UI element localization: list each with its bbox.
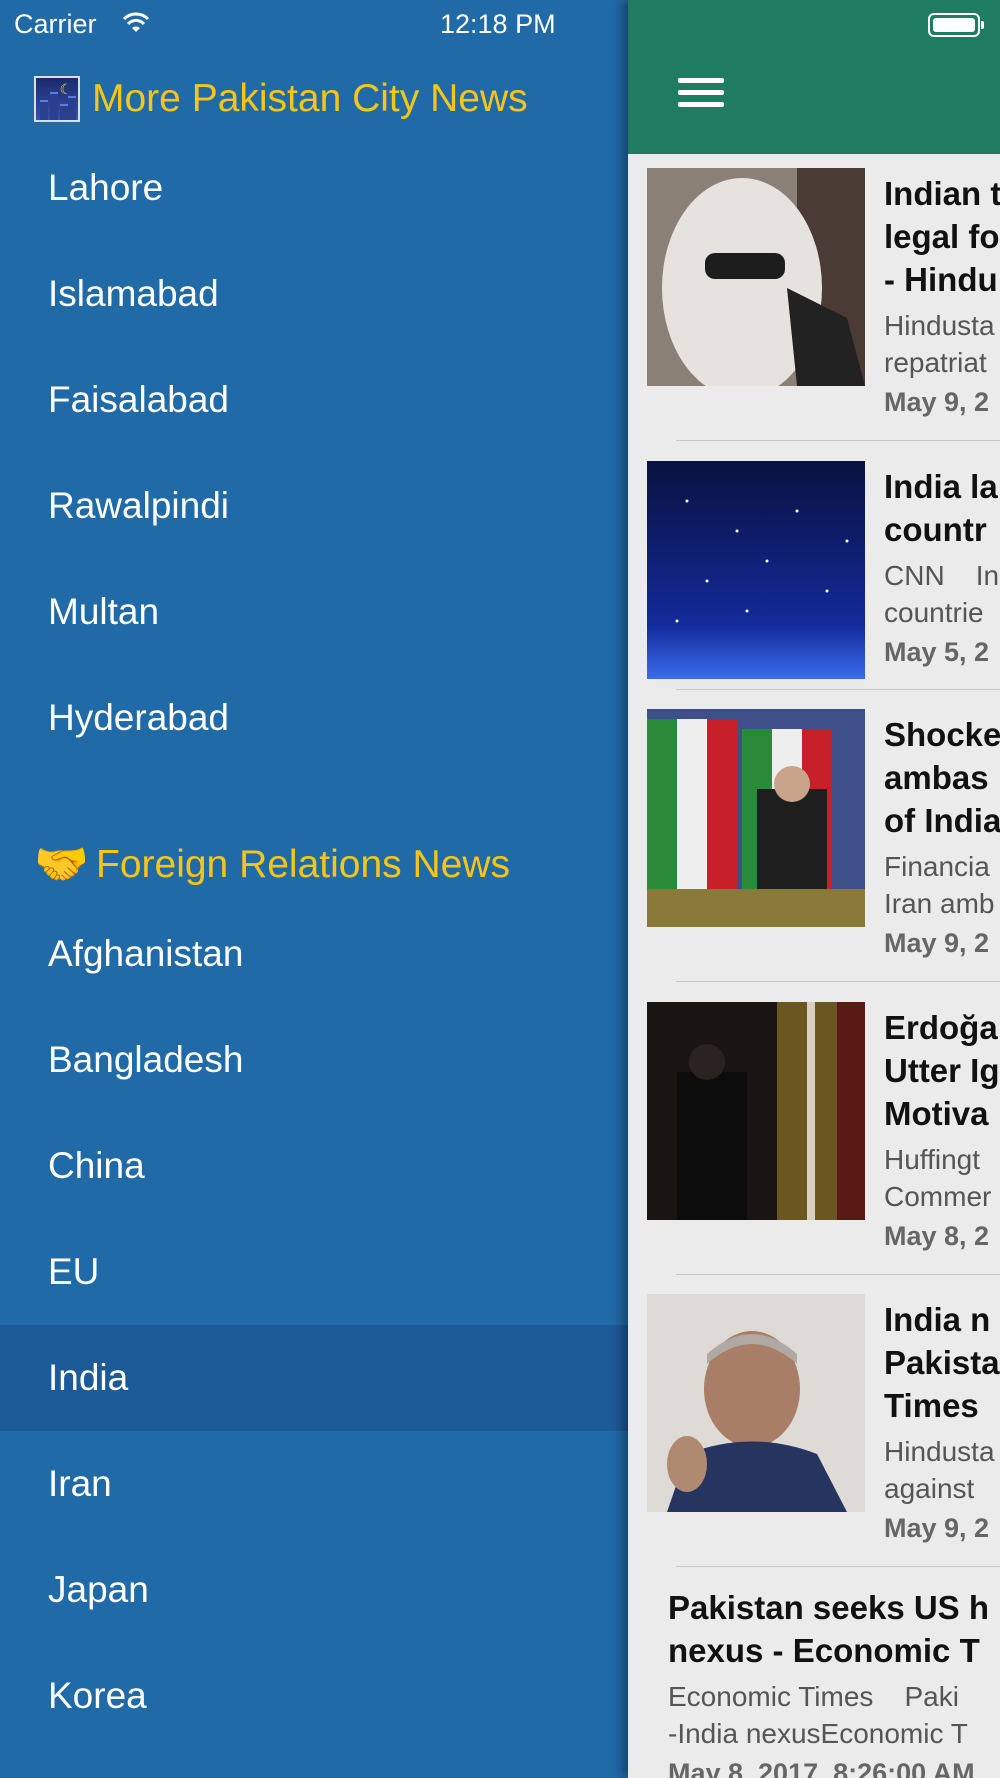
article-text: India n Pakista Times Hindusta against May … bbox=[884, 1298, 1000, 1544]
item-label: China bbox=[48, 1145, 145, 1186]
article-headline: Pakistan seeks US h nexus - Economic T bbox=[668, 1589, 990, 1669]
article-date: May 9, 2 bbox=[884, 928, 990, 958]
country-item-afghanistan[interactable]: Afghanistan bbox=[0, 901, 628, 1007]
article-source: CNN In countrie bbox=[884, 560, 1000, 628]
article-thumbnail bbox=[647, 1002, 865, 1220]
clock: 12:18 PM bbox=[440, 9, 556, 39]
country-item-iran[interactable]: Iran bbox=[0, 1431, 628, 1537]
country-item-eu[interactable]: EU bbox=[0, 1219, 628, 1325]
city-item-hyderabad[interactable]: Hyderabad bbox=[0, 665, 628, 771]
item-label: India bbox=[48, 1357, 129, 1398]
article-card[interactable]: Shocke ambas of India Financia Iran amb May… bbox=[628, 709, 1000, 1001]
handshake-icon: 🤝 bbox=[34, 840, 89, 889]
item-label: EU bbox=[48, 1251, 100, 1292]
article-headline: India la countr bbox=[884, 468, 998, 548]
article-source: Financia Iran amb bbox=[884, 851, 995, 919]
article-headline: Indian t legal fo - Hindu bbox=[884, 175, 1000, 298]
country-item-korea[interactable]: Korea bbox=[0, 1643, 628, 1749]
item-label: Hyderabad bbox=[48, 697, 230, 738]
battery-icon bbox=[928, 13, 984, 37]
divider bbox=[676, 689, 1000, 690]
carrier-label: Carrier bbox=[14, 9, 97, 39]
item-label: Bangladesh bbox=[48, 1039, 244, 1080]
article-headline: Shocke ambas of India bbox=[884, 716, 1000, 839]
article-text: India la countr CNN In countrie May 5, 2 bbox=[884, 465, 1000, 668]
country-item-bangladesh[interactable]: Bangladesh bbox=[0, 1007, 628, 1113]
divider bbox=[676, 1566, 1000, 1567]
article-thumbnail bbox=[647, 168, 865, 386]
section-header-foreign-relations: 🤝 Foreign Relations News bbox=[34, 835, 510, 895]
navigation-drawer: ☾ More Pakistan City News Lahore Islamab… bbox=[0, 0, 628, 1778]
article-text: Shocke ambas of India Financia Iran amb May… bbox=[884, 713, 1000, 959]
main-content: Indian t legal fo - Hindu Hindusta repatria… bbox=[628, 0, 1000, 1778]
article-headline: India n Pakista Times bbox=[884, 1301, 1000, 1424]
article-date: May 9, 2 bbox=[884, 1513, 990, 1543]
article-date: May 5, 2 bbox=[884, 637, 990, 667]
article-date: May 8, 2 bbox=[884, 1221, 990, 1251]
article-source: Economic Times Paki -India nexusEconomic … bbox=[668, 1681, 968, 1749]
article-source: Hindusta against bbox=[884, 1436, 995, 1504]
item-label: Lahore bbox=[48, 167, 164, 208]
section-title: More Pakistan City News bbox=[92, 77, 528, 120]
article-thumbnail bbox=[647, 461, 865, 679]
article-headline: Erdoğa Utter Ig Motiva bbox=[884, 1009, 1000, 1132]
section-title: Foreign Relations News bbox=[96, 843, 511, 886]
article-thumbnail bbox=[647, 709, 865, 927]
city-item-rawalpindi[interactable]: Rawalpindi bbox=[0, 453, 628, 559]
city-item-multan[interactable]: Multan bbox=[0, 559, 628, 665]
country-item-china[interactable]: China bbox=[0, 1113, 628, 1219]
article-card[interactable]: India n Pakista Times Hindusta against May … bbox=[628, 1294, 1000, 1586]
article-source: Huffingt Commer bbox=[884, 1144, 992, 1212]
divider bbox=[676, 981, 1000, 982]
article-date: May 9, 2 bbox=[884, 387, 990, 417]
article-card[interactable]: Erdoğa Utter Ig Motiva Huffingt Commer May … bbox=[628, 1002, 1000, 1294]
item-label: Japan bbox=[48, 1569, 149, 1610]
wifi-icon bbox=[122, 12, 150, 32]
city-item-lahore[interactable]: Lahore bbox=[0, 135, 628, 241]
country-item-india-selected[interactable]: India bbox=[0, 1325, 628, 1431]
hamburger-menu-icon[interactable] bbox=[678, 78, 724, 118]
item-label: Iran bbox=[48, 1463, 112, 1504]
divider bbox=[676, 440, 1000, 441]
item-label: Rawalpindi bbox=[48, 485, 229, 526]
article-text: Erdoğa Utter Ig Motiva Huffingt Commer May … bbox=[884, 1006, 1000, 1252]
article-thumbnail bbox=[647, 1294, 865, 1512]
country-item-japan[interactable]: Japan bbox=[0, 1537, 628, 1643]
city-item-islamabad[interactable]: Islamabad bbox=[0, 241, 628, 347]
article-date: May 8, 2017, 8:26:00 AM bbox=[668, 1758, 975, 1778]
article-card-text-only[interactable]: Pakistan seeks US h nexus - Economic T Ec… bbox=[668, 1586, 1000, 1778]
item-label: Afghanistan bbox=[48, 933, 244, 974]
item-label: Korea bbox=[48, 1675, 147, 1716]
article-source: Hindusta repatriat bbox=[884, 310, 995, 378]
status-bar: Carrier 12:18 PM bbox=[0, 0, 1000, 50]
article-card[interactable]: Indian t legal fo - Hindu Hindusta repatria… bbox=[628, 168, 1000, 460]
city-night-icon: ☾ bbox=[34, 76, 80, 122]
item-label: Islamabad bbox=[48, 273, 219, 314]
item-label: Multan bbox=[48, 591, 160, 632]
divider bbox=[676, 1274, 1000, 1275]
item-label: Faisalabad bbox=[48, 379, 230, 420]
section-header-city-news: ☾ More Pakistan City News bbox=[34, 69, 528, 129]
city-item-faisalabad[interactable]: Faisalabad bbox=[0, 347, 628, 453]
article-text: Indian t legal fo - Hindu Hindusta repatria… bbox=[884, 172, 1000, 418]
